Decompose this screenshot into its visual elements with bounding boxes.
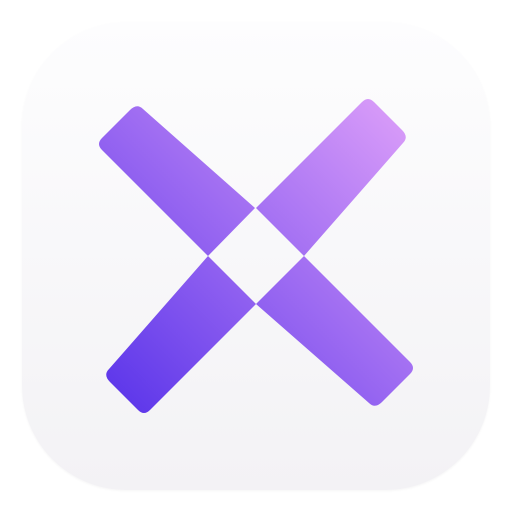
x-arm-lower-left — [106, 256, 256, 413]
x-arm-upper-left — [99, 106, 255, 256]
x-mark-icon — [99, 99, 413, 413]
x-arm-lower-right — [256, 256, 413, 406]
icon-stage — [0, 0, 512, 512]
x-arm-upper-right — [256, 99, 406, 256]
